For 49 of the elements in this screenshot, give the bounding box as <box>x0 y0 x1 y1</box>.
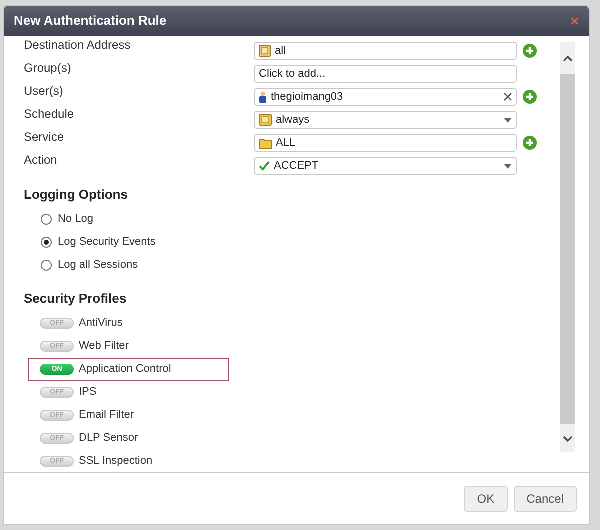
add-icon[interactable] <box>523 90 537 104</box>
input-field[interactable]: thegioimang03 <box>254 88 517 106</box>
field-label: Action <box>24 153 58 167</box>
calendar-icon <box>259 114 272 126</box>
window-title: New Authentication Rule <box>14 12 167 30</box>
radio-label: No Log <box>58 212 94 227</box>
user-icon <box>259 91 267 103</box>
input-field[interactable]: ACCEPT <box>254 157 517 175</box>
section-heading: Security Profiles <box>24 290 128 308</box>
caret-icon <box>504 164 512 168</box>
input-field[interactable]: all <box>254 42 517 60</box>
profile-label: Web Filter <box>79 339 129 354</box>
field-label: Service <box>24 130 66 144</box>
radio-button[interactable] <box>41 260 52 270</box>
close-button[interactable]: × <box>570 14 579 28</box>
radio-button[interactable] <box>41 214 52 224</box>
field-value: all <box>275 46 286 56</box>
field-value: thegioimang03 <box>271 92 344 102</box>
radio-label: Log all Sessions <box>58 258 138 273</box>
field-value: ALL <box>276 138 296 148</box>
folder-icon <box>259 137 272 149</box>
add-icon[interactable] <box>523 136 537 150</box>
field-label: Group(s) <box>24 61 72 75</box>
profile-label: AntiVirus <box>79 316 123 332</box>
scrollbar[interactable] <box>560 42 575 452</box>
radio-button[interactable] <box>41 236 52 248</box>
input-field[interactable]: always <box>254 111 517 129</box>
section-heading: Logging Options <box>24 186 129 204</box>
field-value: ACCEPT <box>274 160 319 172</box>
clear-icon[interactable] <box>504 93 512 101</box>
chevron-down-icon[interactable] <box>562 436 572 442</box>
field-label: Destination Address <box>24 38 132 52</box>
dialog-button[interactable]: OK <box>464 486 508 512</box>
radio-label: Log Security Events <box>58 234 156 250</box>
profile-label: IPS <box>79 385 97 400</box>
profile-label: SSL Inspection <box>79 454 153 470</box>
dialog-button[interactable]: Cancel <box>514 486 577 512</box>
caret-icon <box>504 118 512 122</box>
profile-label: DLP Sensor <box>79 431 138 446</box>
field-label: Schedule <box>24 107 76 121</box>
field-value: always <box>276 114 310 126</box>
checkmark-icon <box>259 161 270 171</box>
field-label: User(s) <box>24 84 64 98</box>
profile-label: Application Control <box>79 362 172 378</box>
chevron-up-icon[interactable] <box>562 56 572 62</box>
add-icon[interactable] <box>523 44 537 58</box>
profile-label: Email Filter <box>79 408 134 424</box>
input-field[interactable]: ALL <box>254 134 517 152</box>
address-icon <box>259 45 271 57</box>
